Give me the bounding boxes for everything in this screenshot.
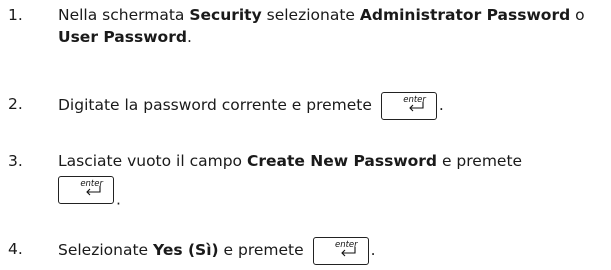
step-text: Digitate la password corrente e premete e… xyxy=(58,90,444,120)
step-text: Lasciate vuoto il campo Create New Passw… xyxy=(58,152,523,209)
enter-arrow-icon xyxy=(86,186,101,196)
step-text: Nella schermata Security selezionate Adm… xyxy=(58,6,585,46)
step-number: 4. xyxy=(8,240,23,258)
step-number: 2. xyxy=(8,95,23,113)
step-number: 3. xyxy=(8,152,23,170)
enter-key: enter xyxy=(58,176,114,204)
step-text: Selezionate Yes (Sì) e premete enter. xyxy=(58,235,376,265)
enter-arrow-icon xyxy=(409,101,424,111)
enter-key: enter xyxy=(380,91,437,120)
enter-arrow-icon xyxy=(340,246,356,256)
step-number: 1. xyxy=(8,6,23,24)
enter-key: enter xyxy=(312,236,369,265)
